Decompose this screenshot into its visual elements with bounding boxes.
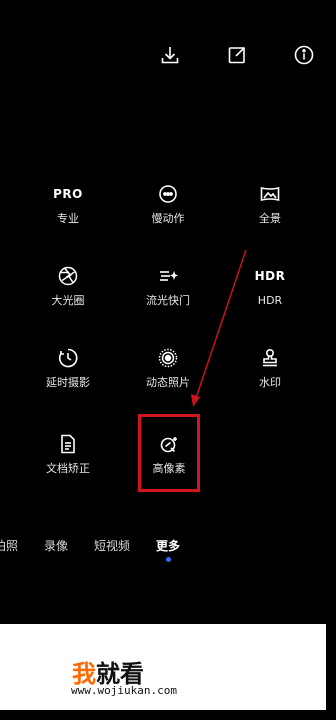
watermark-url: www.wojiukan.com bbox=[71, 684, 177, 697]
tab-photo[interactable]: 拍照 bbox=[0, 537, 18, 554]
tab-video[interactable]: 录像 bbox=[44, 537, 68, 554]
tab-more[interactable]: 更多 bbox=[156, 537, 180, 554]
active-tab-indicator bbox=[166, 557, 171, 562]
tab-short-video[interactable]: 短视频 bbox=[94, 537, 130, 554]
watermark-banner: 我就看 www.wojiukan.com bbox=[0, 624, 326, 710]
annotation-arrow bbox=[191, 249, 247, 407]
